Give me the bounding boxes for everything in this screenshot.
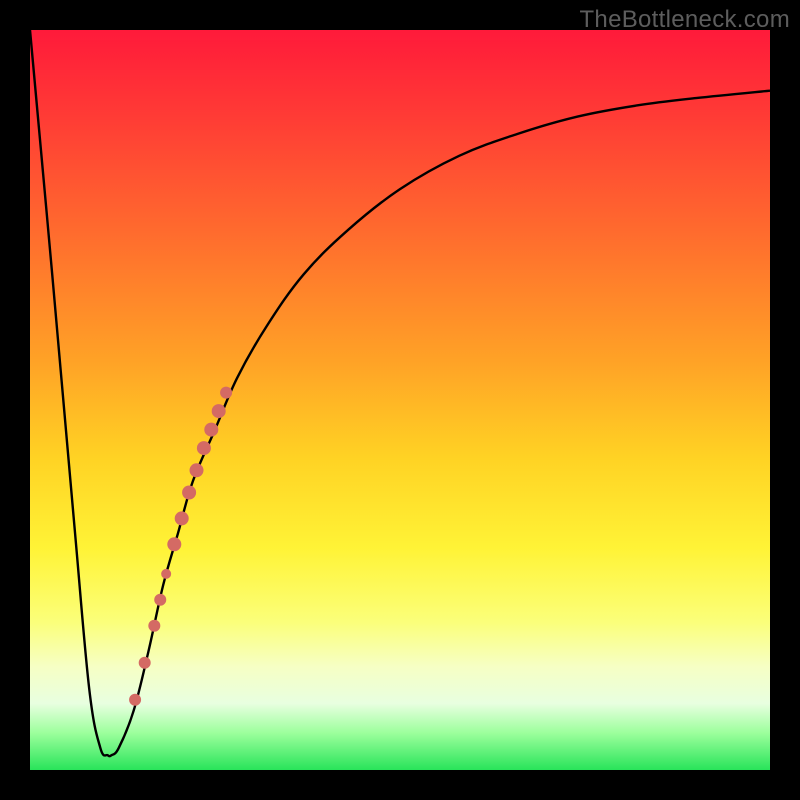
highlight-dot <box>175 511 189 525</box>
highlight-dot <box>148 620 160 632</box>
highlight-dot <box>220 387 232 399</box>
highlight-dot <box>182 486 196 500</box>
highlight-dot <box>212 404 226 418</box>
chart-frame: TheBottleneck.com <box>0 0 800 800</box>
highlight-dot <box>139 657 151 669</box>
curve-svg <box>30 30 770 770</box>
highlight-dot <box>167 537 181 551</box>
bottleneck-curve <box>30 30 770 756</box>
highlight-dots <box>129 387 232 706</box>
highlight-dot <box>154 594 166 606</box>
highlight-dot <box>190 463 204 477</box>
highlight-dot <box>204 423 218 437</box>
highlight-dot <box>161 569 171 579</box>
plot-area <box>30 30 770 770</box>
highlight-dot <box>197 441 211 455</box>
highlight-dot <box>129 694 141 706</box>
